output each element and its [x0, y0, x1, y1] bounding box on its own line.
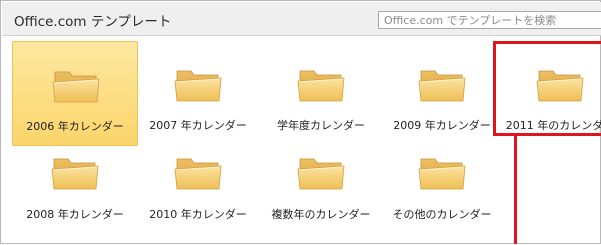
folder-2007-calendar[interactable]: 2007 年カレンダー [135, 41, 261, 146]
folder-icon [418, 66, 466, 102]
folder-2009-calendar[interactable]: 2009 年カレンダー [379, 41, 505, 146]
folder-2006-calendar[interactable]: 2006 年カレンダー [12, 41, 138, 146]
folder-2008-calendar[interactable]: 2008 年カレンダー [12, 150, 138, 245]
folder-label: 複数年のカレンダー [271, 208, 371, 221]
folder-label: 2007 年カレンダー [149, 119, 247, 132]
folder-label: 学年度カレンダー [277, 119, 365, 132]
folder-multi-year-calendar[interactable]: 複数年のカレンダー [258, 150, 384, 245]
folder-icon [536, 66, 584, 102]
folder-icon [418, 154, 466, 190]
folder-icon [174, 66, 222, 102]
folder-icon [51, 154, 99, 190]
folder-icon [297, 154, 345, 190]
folder-other-calendar[interactable]: その他のカレンダー [379, 150, 505, 245]
folder-2010-calendar[interactable]: 2010 年カレンダー [135, 150, 261, 245]
folder-icon [52, 67, 100, 103]
folder-icon [174, 154, 222, 190]
folder-2011-calendar[interactable]: 2011 年のカレンダー [497, 41, 601, 146]
folder-label: その他のカレンダー [392, 208, 492, 221]
search-input[interactable] [378, 11, 601, 29]
folder-academic-calendar[interactable]: 学年度カレンダー [258, 41, 384, 146]
template-panel: Office.com テンプレート 2006 年カレンダー 2007 年カレンダ… [0, 0, 601, 244]
folder-grid: 2006 年カレンダー 2007 年カレンダー 学年度カレンダー 2009 年カ… [2, 36, 601, 245]
folder-label: 2011 年のカレンダー [505, 119, 601, 132]
panel-title: Office.com テンプレート [14, 14, 172, 30]
panel-header: Office.com テンプレート [2, 2, 601, 36]
folder-label: 2008 年カレンダー [26, 208, 124, 221]
folder-icon [297, 66, 345, 102]
folder-label: 2010 年カレンダー [149, 208, 247, 221]
folder-label: 2006 年カレンダー [26, 120, 124, 133]
